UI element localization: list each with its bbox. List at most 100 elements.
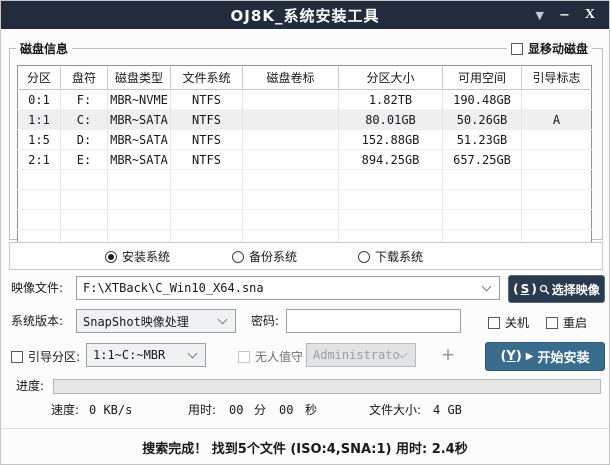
password-label: 密码: — [251, 309, 279, 333]
col-header-drive[interactable]: 盘符 — [61, 66, 108, 90]
time-seconds: 00 — [279, 402, 293, 418]
boot-partition-dropdown[interactable]: 1:1~C:~MBR — [86, 343, 206, 367]
cell-disk-type: MBR~SATA — [108, 110, 171, 130]
show-removable-option[interactable]: 显移动磁盘 — [507, 40, 592, 57]
table-row[interactable]: 0:1 F: MBR~NVME NTFS 1.82TB 190.48GB — [18, 90, 592, 110]
radio-icon — [358, 251, 370, 263]
radio-backup-system[interactable]: 备份系统 — [232, 248, 297, 265]
statusbar-divider — [1, 428, 609, 429]
unattended-option: 无人值守 — [238, 348, 303, 365]
system-version-dropdown[interactable]: SnapShot映像处理 — [76, 309, 236, 333]
cell-partition-size: 1.82TB — [339, 90, 443, 110]
boot-partition-option[interactable]: 引导分区: — [11, 348, 80, 365]
boot-partition-checkbox[interactable] — [11, 351, 23, 363]
time-minutes: 00 — [229, 402, 243, 418]
start-install-button[interactable]: (Y) ▶ 开始安装 — [485, 342, 605, 371]
unattended-checkbox — [238, 351, 250, 363]
cell-free-space: 51.23GB — [443, 130, 522, 150]
add-account-button[interactable]: + — [438, 345, 458, 365]
cell-drive: F: — [61, 90, 108, 110]
account-value: Administrator — [313, 348, 399, 362]
cell-partition: 1:5 — [18, 130, 61, 150]
show-removable-checkbox[interactable] — [511, 43, 523, 55]
cell-filesystem: NTFS — [171, 110, 243, 130]
mode-groupbox: 安装系统 备份系统 下载系统 — [9, 242, 603, 270]
system-version-value: SnapShot映像处理 — [83, 313, 219, 330]
password-input[interactable] — [286, 309, 461, 333]
mnemonic-letter: S — [521, 282, 530, 296]
chevron-down-icon — [188, 349, 198, 359]
col-header-volume-label[interactable]: 磁盘卷标 — [243, 66, 339, 90]
table-row-empty — [18, 190, 592, 210]
close-icon[interactable]: X — [585, 7, 595, 23]
speed-value: 0 KB/s — [89, 402, 132, 418]
disk-table: 分区 盘符 磁盘类型 文件系统 磁盘卷标 分区大小 可用空间 引导标志 0:1 … — [17, 65, 592, 250]
system-version-label: 系统版本: — [11, 309, 63, 333]
radio-label: 安装系统 — [122, 248, 170, 265]
progress-label: 进度: — [16, 374, 44, 398]
restart-option[interactable]: 重启 — [546, 314, 587, 331]
filesize-label: 文件大小: — [369, 402, 421, 418]
cell-drive: D: — [61, 130, 108, 150]
cell-partition: 2:1 — [18, 150, 61, 170]
cell-disk-type: MBR~NVME — [108, 90, 171, 110]
app-window: OJ8K_系统安装工具 ▼ − X 磁盘信息 显移动磁盘 分区 盘符 磁盘类型 … — [0, 0, 610, 465]
select-image-button-label: 选择映像 — [552, 281, 600, 298]
col-header-disk-type[interactable]: 磁盘类型 — [108, 66, 171, 90]
unattended-label: 无人值守 — [255, 348, 303, 365]
col-header-boot-flag[interactable]: 引导标志 — [522, 66, 592, 90]
cell-volume-label — [243, 110, 339, 130]
cell-partition: 0:1 — [18, 90, 61, 110]
search-icon — [539, 284, 550, 295]
radio-download-system[interactable]: 下载系统 — [358, 248, 423, 265]
cell-free-space: 190.48GB — [443, 90, 522, 110]
boot-partition-value: 1:1~C:~MBR — [93, 348, 189, 362]
cell-boot-flag: A — [522, 110, 592, 130]
cell-free-space: 657.25GB — [443, 150, 522, 170]
col-header-partition-size[interactable]: 分区大小 — [339, 66, 443, 90]
disk-info-title: 磁盘信息 — [16, 40, 72, 57]
speed-label: 速度: — [51, 402, 79, 418]
shutdown-label: 关机 — [505, 314, 529, 331]
col-header-filesystem[interactable]: 文件系统 — [171, 66, 243, 90]
cell-filesystem: NTFS — [171, 150, 243, 170]
mnemonic-paren: ) — [531, 282, 536, 296]
menu-dropdown-icon[interactable]: ▼ — [536, 9, 544, 22]
cell-free-space: 50.26GB — [443, 110, 522, 130]
cell-disk-type: MBR~SATA — [108, 150, 171, 170]
cell-disk-type: MBR~SATA — [108, 130, 171, 150]
table-row-empty — [18, 210, 592, 230]
shutdown-checkbox[interactable] — [488, 317, 500, 329]
radio-label: 备份系统 — [249, 248, 297, 265]
image-file-label: 映像文件: — [11, 276, 63, 300]
cell-partition-size: 152.88GB — [339, 130, 443, 150]
col-header-free-space[interactable]: 可用空间 — [443, 66, 522, 90]
col-header-partition[interactable]: 分区 — [18, 66, 61, 90]
statusbar-text: 搜索完成！ 找到5个文件 (ISO:4,SNA:1) 用时: 2.4秒 — [1, 438, 609, 457]
restart-label: 重启 — [563, 314, 587, 331]
chevron-down-icon — [218, 315, 228, 325]
radio-install-system[interactable]: 安装系统 — [105, 248, 170, 265]
table-row-empty — [18, 170, 592, 190]
minimize-icon[interactable]: − — [559, 8, 570, 23]
cell-drive: E: — [61, 150, 108, 170]
cell-boot-flag — [522, 90, 592, 110]
account-dropdown: Administrator — [306, 343, 416, 367]
shutdown-option[interactable]: 关机 — [488, 314, 529, 331]
cell-filesystem: NTFS — [171, 130, 243, 150]
image-file-combobox[interactable]: F:\XTBack\C_Win10_X64.sna — [76, 276, 500, 300]
table-header-row: 分区 盘符 磁盘类型 文件系统 磁盘卷标 分区大小 可用空间 引导标志 — [18, 66, 592, 90]
table-row[interactable]: 2:1 E: MBR~SATA NTFS 894.25GB 657.25GB — [18, 150, 592, 170]
table-row[interactable]: 1:5 D: MBR~SATA NTFS 152.88GB 51.23GB — [18, 130, 592, 150]
cell-partition-size: 894.25GB — [339, 150, 443, 170]
cell-boot-flag — [522, 150, 592, 170]
table-row-selected[interactable]: 1:1 C: MBR~SATA NTFS 80.01GB 50.26GB A — [18, 110, 592, 130]
restart-checkbox[interactable] — [546, 317, 558, 329]
select-image-button[interactable]: (S) 选择映像 — [508, 275, 605, 303]
chevron-down-icon — [398, 349, 408, 359]
radio-icon — [232, 251, 244, 263]
title-bar[interactable]: OJ8K_系统安装工具 ▼ − X — [1, 1, 609, 29]
cell-partition-size: 80.01GB — [339, 110, 443, 130]
chevron-down-icon — [482, 282, 492, 292]
cell-volume-label — [243, 90, 339, 110]
